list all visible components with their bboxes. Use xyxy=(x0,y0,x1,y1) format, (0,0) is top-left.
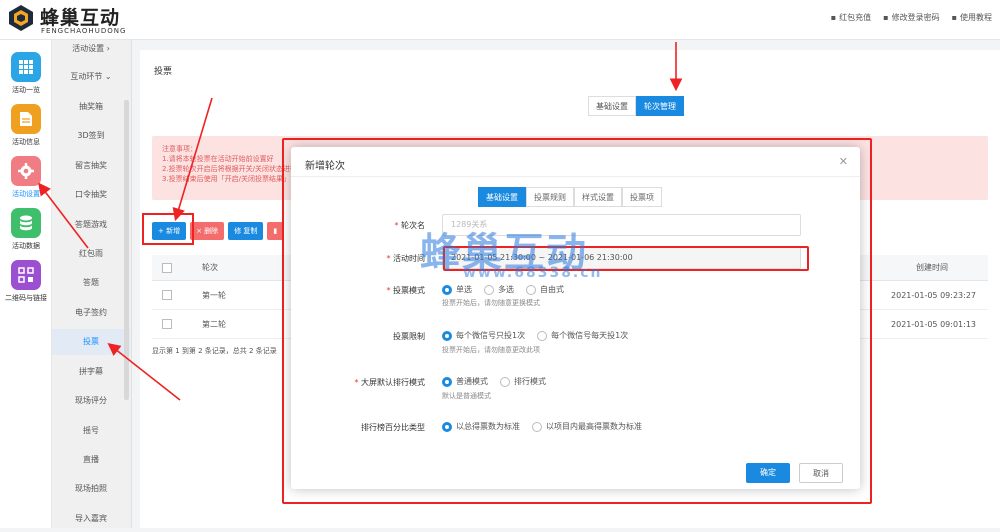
rail-item-qrcode[interactable]: 二维码与链接 xyxy=(0,254,52,308)
brand-title: 蜂巢互动 xyxy=(40,7,121,29)
submenu-scrollbar[interactable] xyxy=(124,100,129,400)
mode-radio-group: 单选 多选 自由式 xyxy=(442,284,564,295)
top-links: ▪ 红包充值 ▪ 修改登录密码 ▪ 使用教程 xyxy=(831,12,992,23)
rail-item-activity-settings[interactable]: 活动设置 xyxy=(0,150,52,204)
limit-once-radio[interactable]: 每个微信号只投1次 xyxy=(442,330,525,341)
submenu-live[interactable]: 直播 xyxy=(52,447,130,473)
row-checkbox[interactable] xyxy=(162,319,172,329)
submenu-draw-number[interactable]: 摇号 xyxy=(52,418,130,444)
submenu-lottery-box[interactable]: 抽奖箱 xyxy=(52,94,130,120)
mode-hint: 投票开始后，请勿随意更换模式 xyxy=(442,299,540,307)
mode-multi-radio[interactable]: 多选 xyxy=(484,284,514,295)
screen-hint: 默认是普通模式 xyxy=(442,392,491,400)
confirm-button[interactable]: 确定 xyxy=(746,463,790,483)
tutorial-link[interactable]: ▪ 使用教程 xyxy=(952,12,992,23)
dialog-title: 新增轮次 xyxy=(305,161,345,172)
percent-radio-group: 以总得票数为标准 以项目内最高得票数为标准 xyxy=(442,421,642,432)
mode-free-radio[interactable]: 自由式 xyxy=(526,284,564,295)
close-icon[interactable]: ✕ xyxy=(839,155,848,168)
submenu-password-lottery[interactable]: 口令抽奖 xyxy=(52,182,130,208)
limit-label: 投票限制 xyxy=(393,332,425,341)
submenu-live-score[interactable]: 现场评分 xyxy=(52,388,130,414)
dialog-tab-style[interactable]: 样式设置 xyxy=(574,187,622,207)
brand-logo-icon xyxy=(9,5,33,31)
rail-item-activity-list[interactable]: 活动一览 xyxy=(0,46,52,100)
wallet-icon: ▪ xyxy=(830,13,837,22)
submenu-import-guests[interactable]: 导入嘉宾 xyxy=(52,506,130,532)
dialog-header: 新增轮次 ✕ xyxy=(291,147,860,177)
delete-button[interactable]: × 删除 xyxy=(190,222,225,240)
dialog-tab-items[interactable]: 投票项 xyxy=(622,187,662,207)
submenu-answer[interactable]: 答题 xyxy=(52,270,130,296)
tab-round-management[interactable]: 轮次管理 xyxy=(636,96,684,116)
percent-max-radio[interactable]: 以项目内最高得票数为标准 xyxy=(532,421,642,432)
lock-icon: ▪ xyxy=(883,13,889,22)
submenu-photo[interactable]: 现场拍照 xyxy=(52,476,130,502)
document-icon xyxy=(11,104,41,134)
top-bar: 蜂巢互动 FENGCHAOHUDONG ▪ 红包充值 ▪ 修改登录密码 ▪ 使用教程 xyxy=(0,0,1000,40)
screen-normal-radio[interactable]: 普通模式 xyxy=(442,376,488,387)
grid-icon xyxy=(11,52,41,82)
mode-single-radio[interactable]: 单选 xyxy=(442,284,472,295)
highlight-add-button xyxy=(142,213,194,245)
submenu-e-sign[interactable]: 电子签约 xyxy=(52,300,130,326)
screen-rank-radio[interactable]: 排行模式 xyxy=(500,376,546,387)
book-icon: ▪ xyxy=(951,13,957,22)
copy-button[interactable]: 修 复制 xyxy=(228,222,264,240)
watermark-url: www.68338.cn xyxy=(463,265,603,281)
page-title: 投票 xyxy=(154,67,173,77)
limit-radio-group: 每个微信号只投1次 每个微信号每天投1次 xyxy=(442,330,628,341)
gear-icon xyxy=(11,156,41,186)
submenu-interaction[interactable]: 互动环节 ⌄ xyxy=(52,64,130,90)
percent-total-radio[interactable]: 以总得票数为标准 xyxy=(442,421,520,432)
new-round-dialog: 新增轮次 ✕ 基础设置 投票规则 样式设置 投票项 * 轮次名 1289关系 *… xyxy=(291,147,860,489)
dialog-tabs: 基础设置 投票规则 样式设置 投票项 xyxy=(478,187,662,207)
database-icon xyxy=(11,208,41,238)
pagination-info: 显示第 1 到第 2 条记录，总共 2 条记录 xyxy=(152,347,277,355)
submenu-3d-signin[interactable]: 3D签到 xyxy=(52,123,130,149)
qrcode-icon xyxy=(11,260,41,290)
main-tabs: 基础设置 轮次管理 xyxy=(588,96,684,116)
rail-item-activity-data[interactable]: 活动数据 xyxy=(0,202,52,256)
submenu-vote[interactable]: 投票 xyxy=(52,329,130,355)
recharge-link[interactable]: ▪ 红包充值 xyxy=(831,12,871,23)
screen-radio-group: 普通模式 排行模式 xyxy=(442,376,546,387)
column-created: 创建时间 xyxy=(916,263,948,272)
change-password-link[interactable]: ▪ 修改登录密码 xyxy=(883,12,939,23)
limit-daily-radio[interactable]: 每个微信号每天投1次 xyxy=(537,330,628,341)
select-all-checkbox[interactable] xyxy=(162,262,172,273)
mode-label: * 投票模式 xyxy=(386,286,425,295)
submenu-caption[interactable]: 拼字幕 xyxy=(52,359,130,385)
percent-label: 排行榜百分比类型 xyxy=(361,423,425,432)
tab-basic-settings[interactable]: 基础设置 xyxy=(588,96,636,116)
brand-subtitle: FENGCHAOHUDONG xyxy=(41,27,127,35)
limit-hint: 投票开始后，请勿随意更改此项 xyxy=(442,346,540,354)
sub-menu: 活动设置 › 互动环节 ⌄ 抽奖箱 3D签到 留言抽奖 口令抽奖 答题游戏 红包… xyxy=(52,40,132,528)
left-rail: 活动一览 活动信息 活动设置 活动数据 二维码与链接 xyxy=(0,40,52,528)
cancel-button[interactable]: 取消 xyxy=(799,463,843,483)
dialog-tab-rules[interactable]: 投票规则 xyxy=(526,187,574,207)
submenu-red-packet-rain[interactable]: 红包雨 xyxy=(52,241,130,267)
rail-item-activity-info[interactable]: 活动信息 xyxy=(0,98,52,152)
submenu-quiz-game[interactable]: 答题游戏 xyxy=(52,212,130,238)
screen-label: * 大屏默认排行模式 xyxy=(354,378,425,387)
submenu-activity-settings[interactable]: 活动设置 › xyxy=(52,36,130,62)
dialog-tab-basic[interactable]: 基础设置 xyxy=(478,187,526,207)
submenu-message-lottery[interactable]: 留言抽奖 xyxy=(52,153,130,179)
column-round: 轮次 xyxy=(202,263,218,272)
row-checkbox[interactable] xyxy=(162,290,172,300)
more-button[interactable]: ▮ xyxy=(267,222,284,240)
